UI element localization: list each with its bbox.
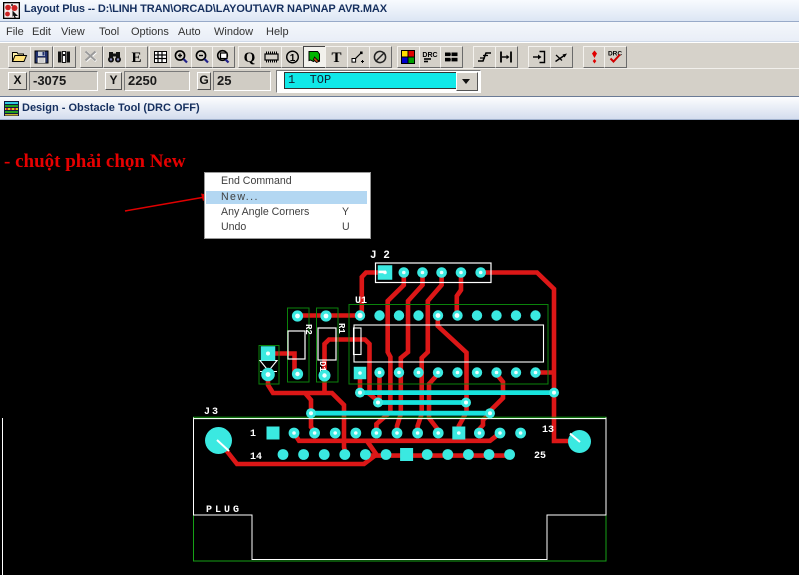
svg-text:T: T [331, 50, 341, 66]
svg-text:PLUG: PLUG [206, 505, 242, 516]
svg-text:13: 13 [542, 425, 554, 436]
svg-text:25: 25 [534, 451, 546, 462]
svg-text:J3: J3 [204, 407, 220, 418]
svg-text:DRC: DRC [422, 52, 437, 59]
svg-text:U1: U1 [355, 296, 367, 307]
svg-text:1: 1 [290, 53, 296, 64]
svg-text:R1: R1 [336, 323, 346, 334]
svg-text:D1: D1 [317, 361, 327, 372]
svg-text:14: 14 [250, 452, 262, 463]
svg-text:R2: R2 [303, 324, 313, 335]
svg-text:J 2: J 2 [370, 250, 390, 262]
svg-text:DRC: DRC [608, 51, 622, 58]
svg-text:1: 1 [250, 429, 256, 440]
svg-text:Q: Q [244, 50, 256, 66]
svg-text:E: E [131, 50, 141, 66]
